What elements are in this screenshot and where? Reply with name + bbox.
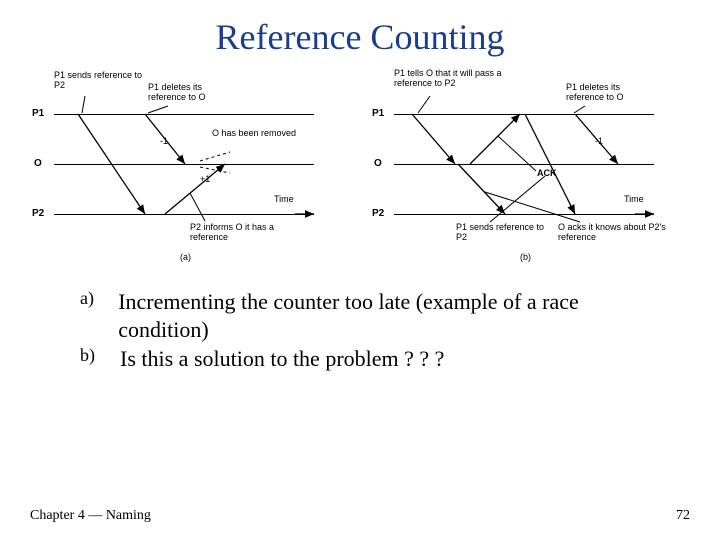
sequence-diagrams: P1 O P2 P1 sends reference to P2 P1 dele… xyxy=(30,66,690,266)
bullet-a-label: a) xyxy=(80,288,118,309)
footer-left: Chapter 4 — Naming xyxy=(30,508,151,524)
page-title: Reference Counting xyxy=(30,16,690,58)
footer: Chapter 4 — Naming 72 xyxy=(30,508,690,524)
bullet-list: a) Incrementing the counter too late (ex… xyxy=(80,288,650,373)
panel-a: P1 O P2 P1 sends reference to P2 P1 dele… xyxy=(30,66,350,266)
bullet-b-text: Is this a solution to the problem ? ? ? xyxy=(120,345,444,373)
arrows-b xyxy=(370,66,690,266)
bullet-b-label: b) xyxy=(80,345,120,366)
bullet-b: b) Is this a solution to the problem ? ?… xyxy=(80,345,650,373)
bullet-a: a) Incrementing the counter too late (ex… xyxy=(80,288,650,343)
bullet-a-text: Incrementing the counter too late (examp… xyxy=(118,288,650,343)
footer-right: 72 xyxy=(676,508,690,524)
arrows-a xyxy=(30,66,350,266)
slide: Reference Counting P1 O P2 P1 sends refe… xyxy=(0,0,720,540)
panel-b: P1 O P2 P1 tells O that it will pass a r… xyxy=(370,66,690,266)
